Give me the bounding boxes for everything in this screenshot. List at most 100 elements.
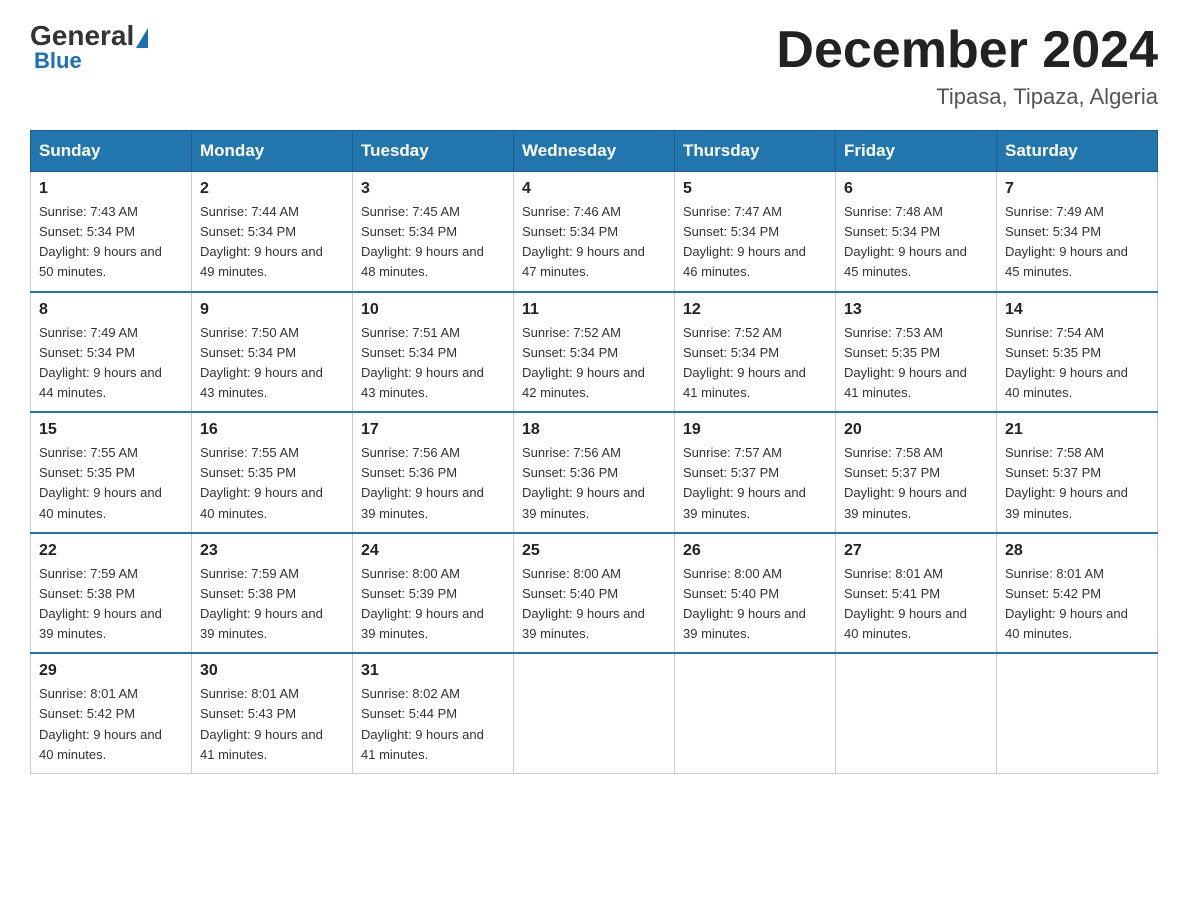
- table-row: [997, 653, 1158, 773]
- day-number: 28: [1005, 542, 1149, 560]
- calendar-week-row: 1 Sunrise: 7:43 AM Sunset: 5:34 PM Dayli…: [31, 172, 1158, 292]
- calendar-week-row: 22 Sunrise: 7:59 AM Sunset: 5:38 PM Dayl…: [31, 533, 1158, 654]
- table-row: [675, 653, 836, 773]
- calendar-week-row: 15 Sunrise: 7:55 AM Sunset: 5:35 PM Dayl…: [31, 412, 1158, 533]
- day-info: Sunrise: 7:57 AM Sunset: 5:37 PM Dayligh…: [683, 443, 827, 524]
- day-number: 9: [200, 301, 344, 319]
- day-number: 8: [39, 301, 183, 319]
- table-row: 6 Sunrise: 7:48 AM Sunset: 5:34 PM Dayli…: [836, 172, 997, 292]
- day-number: 20: [844, 421, 988, 439]
- day-info: Sunrise: 7:55 AM Sunset: 5:35 PM Dayligh…: [39, 443, 183, 524]
- table-row: 20 Sunrise: 7:58 AM Sunset: 5:37 PM Dayl…: [836, 412, 997, 533]
- table-row: 14 Sunrise: 7:54 AM Sunset: 5:35 PM Dayl…: [997, 292, 1158, 413]
- table-row: 8 Sunrise: 7:49 AM Sunset: 5:34 PM Dayli…: [31, 292, 192, 413]
- table-row: 27 Sunrise: 8:01 AM Sunset: 5:41 PM Dayl…: [836, 533, 997, 654]
- table-row: 11 Sunrise: 7:52 AM Sunset: 5:34 PM Dayl…: [514, 292, 675, 413]
- table-row: 25 Sunrise: 8:00 AM Sunset: 5:40 PM Dayl…: [514, 533, 675, 654]
- table-row: 17 Sunrise: 7:56 AM Sunset: 5:36 PM Dayl…: [353, 412, 514, 533]
- col-saturday: Saturday: [997, 131, 1158, 172]
- table-row: [514, 653, 675, 773]
- day-info: Sunrise: 7:54 AM Sunset: 5:35 PM Dayligh…: [1005, 323, 1149, 404]
- day-info: Sunrise: 7:59 AM Sunset: 5:38 PM Dayligh…: [39, 564, 183, 645]
- day-info: Sunrise: 7:51 AM Sunset: 5:34 PM Dayligh…: [361, 323, 505, 404]
- day-number: 5: [683, 180, 827, 198]
- day-info: Sunrise: 7:58 AM Sunset: 5:37 PM Dayligh…: [844, 443, 988, 524]
- day-number: 24: [361, 542, 505, 560]
- table-row: 30 Sunrise: 8:01 AM Sunset: 5:43 PM Dayl…: [192, 653, 353, 773]
- table-row: 10 Sunrise: 7:51 AM Sunset: 5:34 PM Dayl…: [353, 292, 514, 413]
- table-row: 3 Sunrise: 7:45 AM Sunset: 5:34 PM Dayli…: [353, 172, 514, 292]
- day-info: Sunrise: 8:00 AM Sunset: 5:39 PM Dayligh…: [361, 564, 505, 645]
- day-number: 14: [1005, 301, 1149, 319]
- col-tuesday: Tuesday: [353, 131, 514, 172]
- day-number: 23: [200, 542, 344, 560]
- day-number: 27: [844, 542, 988, 560]
- page-header: General Blue December 2024 Tipasa, Tipaz…: [30, 20, 1158, 110]
- day-number: 3: [361, 180, 505, 198]
- day-number: 31: [361, 662, 505, 680]
- day-info: Sunrise: 7:47 AM Sunset: 5:34 PM Dayligh…: [683, 202, 827, 283]
- day-info: Sunrise: 8:01 AM Sunset: 5:41 PM Dayligh…: [844, 564, 988, 645]
- day-info: Sunrise: 7:52 AM Sunset: 5:34 PM Dayligh…: [683, 323, 827, 404]
- table-row: 21 Sunrise: 7:58 AM Sunset: 5:37 PM Dayl…: [997, 412, 1158, 533]
- table-row: [836, 653, 997, 773]
- day-info: Sunrise: 7:46 AM Sunset: 5:34 PM Dayligh…: [522, 202, 666, 283]
- day-number: 2: [200, 180, 344, 198]
- col-thursday: Thursday: [675, 131, 836, 172]
- table-row: 7 Sunrise: 7:49 AM Sunset: 5:34 PM Dayli…: [997, 172, 1158, 292]
- table-row: 5 Sunrise: 7:47 AM Sunset: 5:34 PM Dayli…: [675, 172, 836, 292]
- table-row: 18 Sunrise: 7:56 AM Sunset: 5:36 PM Dayl…: [514, 412, 675, 533]
- day-info: Sunrise: 8:01 AM Sunset: 5:43 PM Dayligh…: [200, 684, 344, 765]
- calendar-week-row: 29 Sunrise: 8:01 AM Sunset: 5:42 PM Dayl…: [31, 653, 1158, 773]
- day-number: 29: [39, 662, 183, 680]
- day-info: Sunrise: 8:00 AM Sunset: 5:40 PM Dayligh…: [522, 564, 666, 645]
- day-number: 16: [200, 421, 344, 439]
- table-row: 9 Sunrise: 7:50 AM Sunset: 5:34 PM Dayli…: [192, 292, 353, 413]
- logo-blue: Blue: [34, 48, 82, 74]
- day-info: Sunrise: 7:49 AM Sunset: 5:34 PM Dayligh…: [1005, 202, 1149, 283]
- calendar-header-row: Sunday Monday Tuesday Wednesday Thursday…: [31, 131, 1158, 172]
- table-row: 13 Sunrise: 7:53 AM Sunset: 5:35 PM Dayl…: [836, 292, 997, 413]
- table-row: 4 Sunrise: 7:46 AM Sunset: 5:34 PM Dayli…: [514, 172, 675, 292]
- col-wednesday: Wednesday: [514, 131, 675, 172]
- calendar-table: Sunday Monday Tuesday Wednesday Thursday…: [30, 130, 1158, 774]
- col-monday: Monday: [192, 131, 353, 172]
- title-section: December 2024 Tipasa, Tipaza, Algeria: [776, 20, 1158, 110]
- day-number: 25: [522, 542, 666, 560]
- location: Tipasa, Tipaza, Algeria: [776, 84, 1158, 110]
- day-info: Sunrise: 7:45 AM Sunset: 5:34 PM Dayligh…: [361, 202, 505, 283]
- day-number: 13: [844, 301, 988, 319]
- table-row: 28 Sunrise: 8:01 AM Sunset: 5:42 PM Dayl…: [997, 533, 1158, 654]
- table-row: 16 Sunrise: 7:55 AM Sunset: 5:35 PM Dayl…: [192, 412, 353, 533]
- day-number: 12: [683, 301, 827, 319]
- table-row: 26 Sunrise: 8:00 AM Sunset: 5:40 PM Dayl…: [675, 533, 836, 654]
- table-row: 19 Sunrise: 7:57 AM Sunset: 5:37 PM Dayl…: [675, 412, 836, 533]
- day-info: Sunrise: 7:49 AM Sunset: 5:34 PM Dayligh…: [39, 323, 183, 404]
- table-row: 31 Sunrise: 8:02 AM Sunset: 5:44 PM Dayl…: [353, 653, 514, 773]
- table-row: 29 Sunrise: 8:01 AM Sunset: 5:42 PM Dayl…: [31, 653, 192, 773]
- table-row: 2 Sunrise: 7:44 AM Sunset: 5:34 PM Dayli…: [192, 172, 353, 292]
- day-info: Sunrise: 7:59 AM Sunset: 5:38 PM Dayligh…: [200, 564, 344, 645]
- day-number: 11: [522, 301, 666, 319]
- logo-triangle-icon: [136, 28, 148, 48]
- day-info: Sunrise: 7:48 AM Sunset: 5:34 PM Dayligh…: [844, 202, 988, 283]
- day-number: 26: [683, 542, 827, 560]
- day-info: Sunrise: 7:50 AM Sunset: 5:34 PM Dayligh…: [200, 323, 344, 404]
- day-info: Sunrise: 7:58 AM Sunset: 5:37 PM Dayligh…: [1005, 443, 1149, 524]
- day-number: 17: [361, 421, 505, 439]
- day-number: 10: [361, 301, 505, 319]
- day-number: 30: [200, 662, 344, 680]
- day-info: Sunrise: 7:56 AM Sunset: 5:36 PM Dayligh…: [522, 443, 666, 524]
- table-row: 1 Sunrise: 7:43 AM Sunset: 5:34 PM Dayli…: [31, 172, 192, 292]
- calendar-week-row: 8 Sunrise: 7:49 AM Sunset: 5:34 PM Dayli…: [31, 292, 1158, 413]
- day-info: Sunrise: 7:55 AM Sunset: 5:35 PM Dayligh…: [200, 443, 344, 524]
- day-info: Sunrise: 7:56 AM Sunset: 5:36 PM Dayligh…: [361, 443, 505, 524]
- day-number: 19: [683, 421, 827, 439]
- day-number: 15: [39, 421, 183, 439]
- col-sunday: Sunday: [31, 131, 192, 172]
- table-row: 12 Sunrise: 7:52 AM Sunset: 5:34 PM Dayl…: [675, 292, 836, 413]
- day-number: 21: [1005, 421, 1149, 439]
- day-info: Sunrise: 8:01 AM Sunset: 5:42 PM Dayligh…: [1005, 564, 1149, 645]
- table-row: 23 Sunrise: 7:59 AM Sunset: 5:38 PM Dayl…: [192, 533, 353, 654]
- day-info: Sunrise: 7:53 AM Sunset: 5:35 PM Dayligh…: [844, 323, 988, 404]
